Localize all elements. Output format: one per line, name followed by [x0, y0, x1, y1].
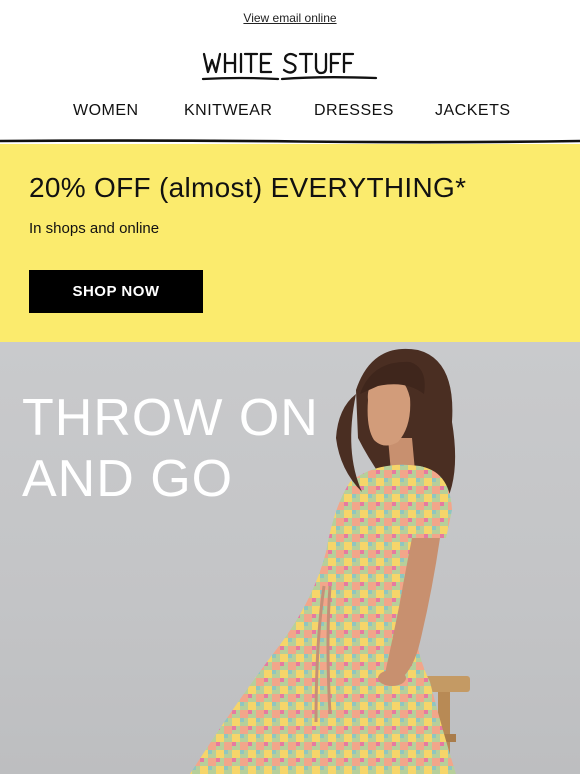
main-nav: WOMEN KNITWEAR DRESSES JACKETS — [0, 102, 580, 124]
nav-item-knitwear[interactable]: KNITWEAR — [184, 102, 272, 120]
promo-banner: 20% OFF (almost) EVERYTHING* In shops an… — [0, 144, 580, 342]
promo-title: 20% OFF (almost) EVERYTHING* — [29, 172, 467, 203]
brand-logo[interactable] — [0, 48, 580, 86]
nav-item-women[interactable]: WOMEN — [73, 102, 139, 120]
view-email-online-link[interactable]: View email online — [243, 11, 336, 25]
nav-item-jackets[interactable]: JACKETS — [435, 102, 511, 120]
shop-now-button[interactable]: SHOP NOW — [29, 270, 203, 313]
nav-item-dresses[interactable]: DRESSES — [314, 102, 394, 120]
hero-title-line-1: THROW ON — [22, 389, 319, 447]
hero-banner[interactable]: THROW ON AND GO — [0, 342, 580, 774]
promo-subtitle: In shops and online — [29, 220, 160, 237]
hero-title: THROW ON AND GO — [22, 388, 319, 510]
logo-wordmark — [201, 52, 378, 81]
hero-title-line-2: AND GO — [22, 450, 234, 508]
view-email-online-row: View email online — [0, 11, 580, 25]
